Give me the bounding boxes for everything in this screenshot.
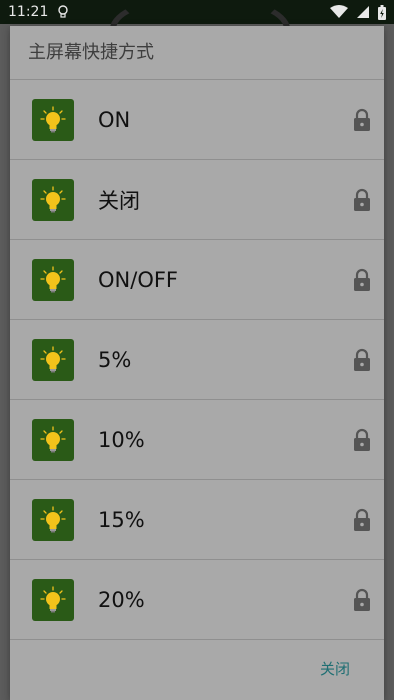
- lock-icon: [352, 348, 372, 372]
- lightbulb-icon: [32, 258, 74, 301]
- lock-icon: [352, 108, 372, 132]
- shortcut-list: ON 关闭 ON/OFF 5% 10% 15% 20%: [10, 80, 384, 640]
- shortcut-item-1[interactable]: 关闭: [10, 160, 384, 240]
- item-label: 5%: [98, 347, 132, 372]
- lock-icon: [352, 508, 372, 532]
- item-label: ON/OFF: [98, 267, 179, 292]
- signal-icon: [356, 5, 370, 19]
- lock-icon: [352, 268, 372, 292]
- status-left: 11:21: [8, 4, 69, 20]
- lock-icon: [352, 428, 372, 452]
- lightbulb-icon: [32, 418, 74, 461]
- lock-icon: [352, 188, 372, 212]
- item-label: ON: [98, 107, 131, 132]
- item-label: 20%: [98, 587, 145, 612]
- item-label: 关闭: [98, 188, 140, 213]
- shortcut-item-3[interactable]: 5%: [10, 320, 384, 400]
- shortcut-item-0[interactable]: ON: [10, 80, 384, 160]
- lightbulb-icon: [32, 98, 74, 141]
- dialog-title: 主屏幕快捷方式: [10, 26, 384, 80]
- lightbulb-icon: [32, 338, 74, 381]
- shortcuts-dialog: 主屏幕快捷方式 ON 关闭 ON/OFF 5% 10% 15% 20% 关闭: [10, 26, 384, 700]
- battery-charging-icon: [378, 4, 386, 20]
- status-right: [330, 4, 386, 20]
- lightbulb-outline-icon: [58, 5, 69, 19]
- item-label: 10%: [98, 427, 145, 452]
- shortcut-item-5[interactable]: 15%: [10, 480, 384, 560]
- shortcut-item-4[interactable]: 10%: [10, 400, 384, 480]
- dialog-footer: 关闭: [10, 638, 384, 700]
- shortcut-item-6[interactable]: 20%: [10, 560, 384, 640]
- screen: 11:21 主屏幕快捷方式 ON 关闭 ON/OFF 5% 10% 15% 20…: [0, 0, 394, 700]
- lightbulb-icon: [32, 178, 74, 221]
- close-button[interactable]: 关闭: [320, 658, 350, 679]
- lightbulb-icon: [32, 498, 74, 541]
- shortcut-item-2[interactable]: ON/OFF: [10, 240, 384, 320]
- wifi-icon: [330, 5, 348, 19]
- item-label: 15%: [98, 507, 145, 532]
- lock-icon: [352, 588, 372, 612]
- status-time: 11:21: [8, 4, 49, 20]
- lightbulb-icon: [32, 578, 74, 621]
